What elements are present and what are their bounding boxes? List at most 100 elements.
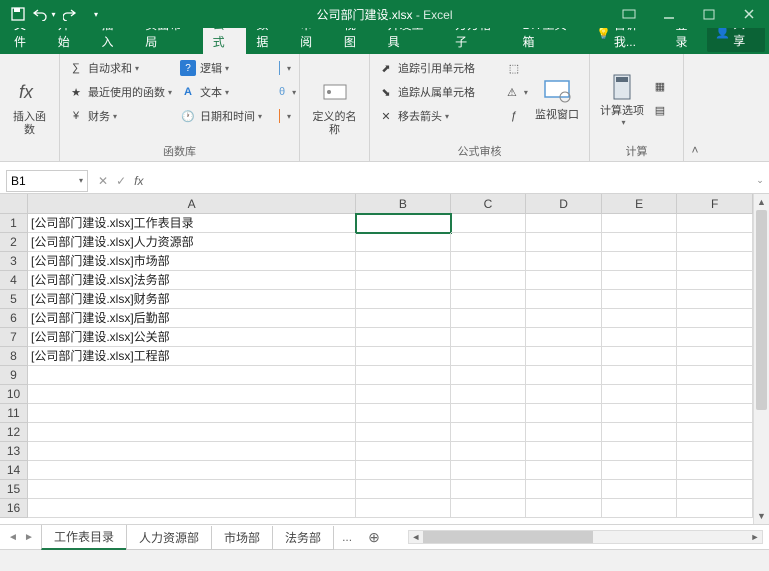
cell[interactable] — [451, 461, 527, 480]
cell[interactable] — [677, 347, 753, 366]
cell[interactable] — [451, 442, 527, 461]
calculation-options-button[interactable]: 计算选项 ▾ — [594, 56, 650, 141]
cell[interactable] — [602, 271, 678, 290]
calc-now-button[interactable]: ▦ — [650, 75, 674, 99]
row-header[interactable]: 12 — [0, 423, 28, 442]
cell[interactable] — [356, 423, 450, 442]
column-header[interactable]: E — [602, 194, 678, 214]
cell[interactable]: [公司部门建设.xlsx]财务部 — [28, 290, 356, 309]
cell[interactable] — [356, 385, 450, 404]
sheet-tab[interactable]: 人力资源部 — [126, 526, 212, 550]
cell[interactable] — [356, 290, 450, 309]
maximize-icon[interactable] — [689, 0, 729, 28]
horizontal-scrollbar[interactable]: ◄ ► — [408, 530, 763, 544]
save-icon[interactable] — [6, 2, 30, 26]
cell[interactable] — [526, 233, 602, 252]
row-header[interactable]: 2 — [0, 233, 28, 252]
hscroll-thumb[interactable] — [423, 531, 593, 543]
chevron-down-icon[interactable]: ▾ — [79, 176, 83, 185]
cell[interactable] — [356, 461, 450, 480]
cell[interactable]: [公司部门建设.xlsx]工程部 — [28, 347, 356, 366]
cell[interactable] — [451, 214, 527, 233]
minimize-icon[interactable] — [649, 0, 689, 28]
cell[interactable] — [451, 423, 527, 442]
select-all-button[interactable] — [0, 194, 28, 214]
row-header[interactable]: 15 — [0, 480, 28, 499]
cell[interactable] — [451, 385, 527, 404]
cell[interactable] — [526, 423, 602, 442]
cell[interactable] — [28, 404, 356, 423]
more-functions-button[interactable]: ▾ — [275, 104, 295, 128]
fx-icon[interactable]: fx — [134, 174, 143, 188]
row-header[interactable]: 8 — [0, 347, 28, 366]
cell[interactable] — [602, 423, 678, 442]
row-header[interactable]: 7 — [0, 328, 28, 347]
cell[interactable] — [677, 290, 753, 309]
column-header[interactable]: B — [356, 194, 450, 214]
scroll-right-icon[interactable]: ► — [748, 531, 762, 543]
cell[interactable] — [356, 347, 450, 366]
scroll-left-icon[interactable]: ◄ — [409, 531, 423, 543]
cell[interactable] — [526, 499, 602, 518]
cell[interactable] — [356, 499, 450, 518]
cell[interactable] — [677, 404, 753, 423]
trace-dependents-button[interactable]: ⬊追踪从属单元格 — [374, 80, 503, 104]
cell[interactable] — [451, 499, 527, 518]
cell[interactable] — [602, 347, 678, 366]
cell[interactable] — [526, 480, 602, 499]
column-header[interactable]: C — [451, 194, 527, 214]
cell[interactable]: [公司部门建设.xlsx]市场部 — [28, 252, 356, 271]
cell[interactable]: [公司部门建设.xlsx]后勤部 — [28, 309, 356, 328]
cell[interactable] — [602, 290, 678, 309]
cell[interactable]: [公司部门建设.xlsx]法务部 — [28, 271, 356, 290]
name-box[interactable]: B1▾ — [6, 170, 88, 192]
undo-icon[interactable]: ▾ — [32, 2, 56, 26]
formula-input[interactable] — [159, 170, 751, 192]
sheet-tab[interactable]: 市场部 — [211, 526, 273, 550]
cell[interactable] — [526, 328, 602, 347]
redo-icon[interactable] — [58, 2, 82, 26]
cell[interactable] — [602, 366, 678, 385]
cell[interactable] — [451, 366, 527, 385]
cell[interactable] — [526, 404, 602, 423]
column-headers[interactable]: ABCDEF — [28, 194, 753, 214]
cell[interactable] — [677, 366, 753, 385]
row-header[interactable]: 13 — [0, 442, 28, 461]
cell[interactable] — [356, 442, 450, 461]
cell[interactable] — [356, 233, 450, 252]
cell[interactable] — [526, 347, 602, 366]
sheet-nav-next-icon[interactable]: ► — [22, 532, 36, 543]
cell[interactable] — [356, 480, 450, 499]
cell[interactable] — [451, 328, 527, 347]
row-header[interactable]: 14 — [0, 461, 28, 480]
row-header[interactable]: 3 — [0, 252, 28, 271]
worksheet-grid[interactable]: ABCDEF 12345678910111213141516 [公司部门建设.x… — [0, 194, 769, 524]
financial-button[interactable]: ¥财务▾ — [64, 104, 176, 128]
defined-names-button[interactable]: 定义的名称 — [304, 56, 365, 157]
cell[interactable] — [28, 366, 356, 385]
cell[interactable] — [677, 214, 753, 233]
scroll-thumb[interactable] — [756, 210, 767, 410]
row-header[interactable]: 10 — [0, 385, 28, 404]
row-headers[interactable]: 12345678910111213141516 — [0, 214, 28, 518]
qat-customize-icon[interactable]: ▾ — [84, 2, 108, 26]
cell[interactable] — [677, 385, 753, 404]
cell[interactable] — [526, 290, 602, 309]
cell[interactable] — [28, 423, 356, 442]
vertical-scrollbar[interactable]: ▲ ▼ — [753, 194, 769, 524]
row-header[interactable]: 6 — [0, 309, 28, 328]
cell[interactable] — [602, 309, 678, 328]
cell[interactable] — [526, 214, 602, 233]
cell[interactable] — [677, 309, 753, 328]
sheet-more[interactable]: ... — [334, 527, 360, 547]
row-header[interactable]: 11 — [0, 404, 28, 423]
cell[interactable] — [356, 366, 450, 385]
insert-function-button[interactable]: fx 插入函数 — [4, 56, 55, 157]
cell[interactable] — [356, 214, 450, 233]
cell[interactable] — [677, 271, 753, 290]
row-header[interactable]: 16 — [0, 499, 28, 518]
cell[interactable] — [451, 309, 527, 328]
cell[interactable] — [677, 461, 753, 480]
cell[interactable] — [602, 480, 678, 499]
cell[interactable]: [公司部门建设.xlsx]工作表目录 — [28, 214, 356, 233]
